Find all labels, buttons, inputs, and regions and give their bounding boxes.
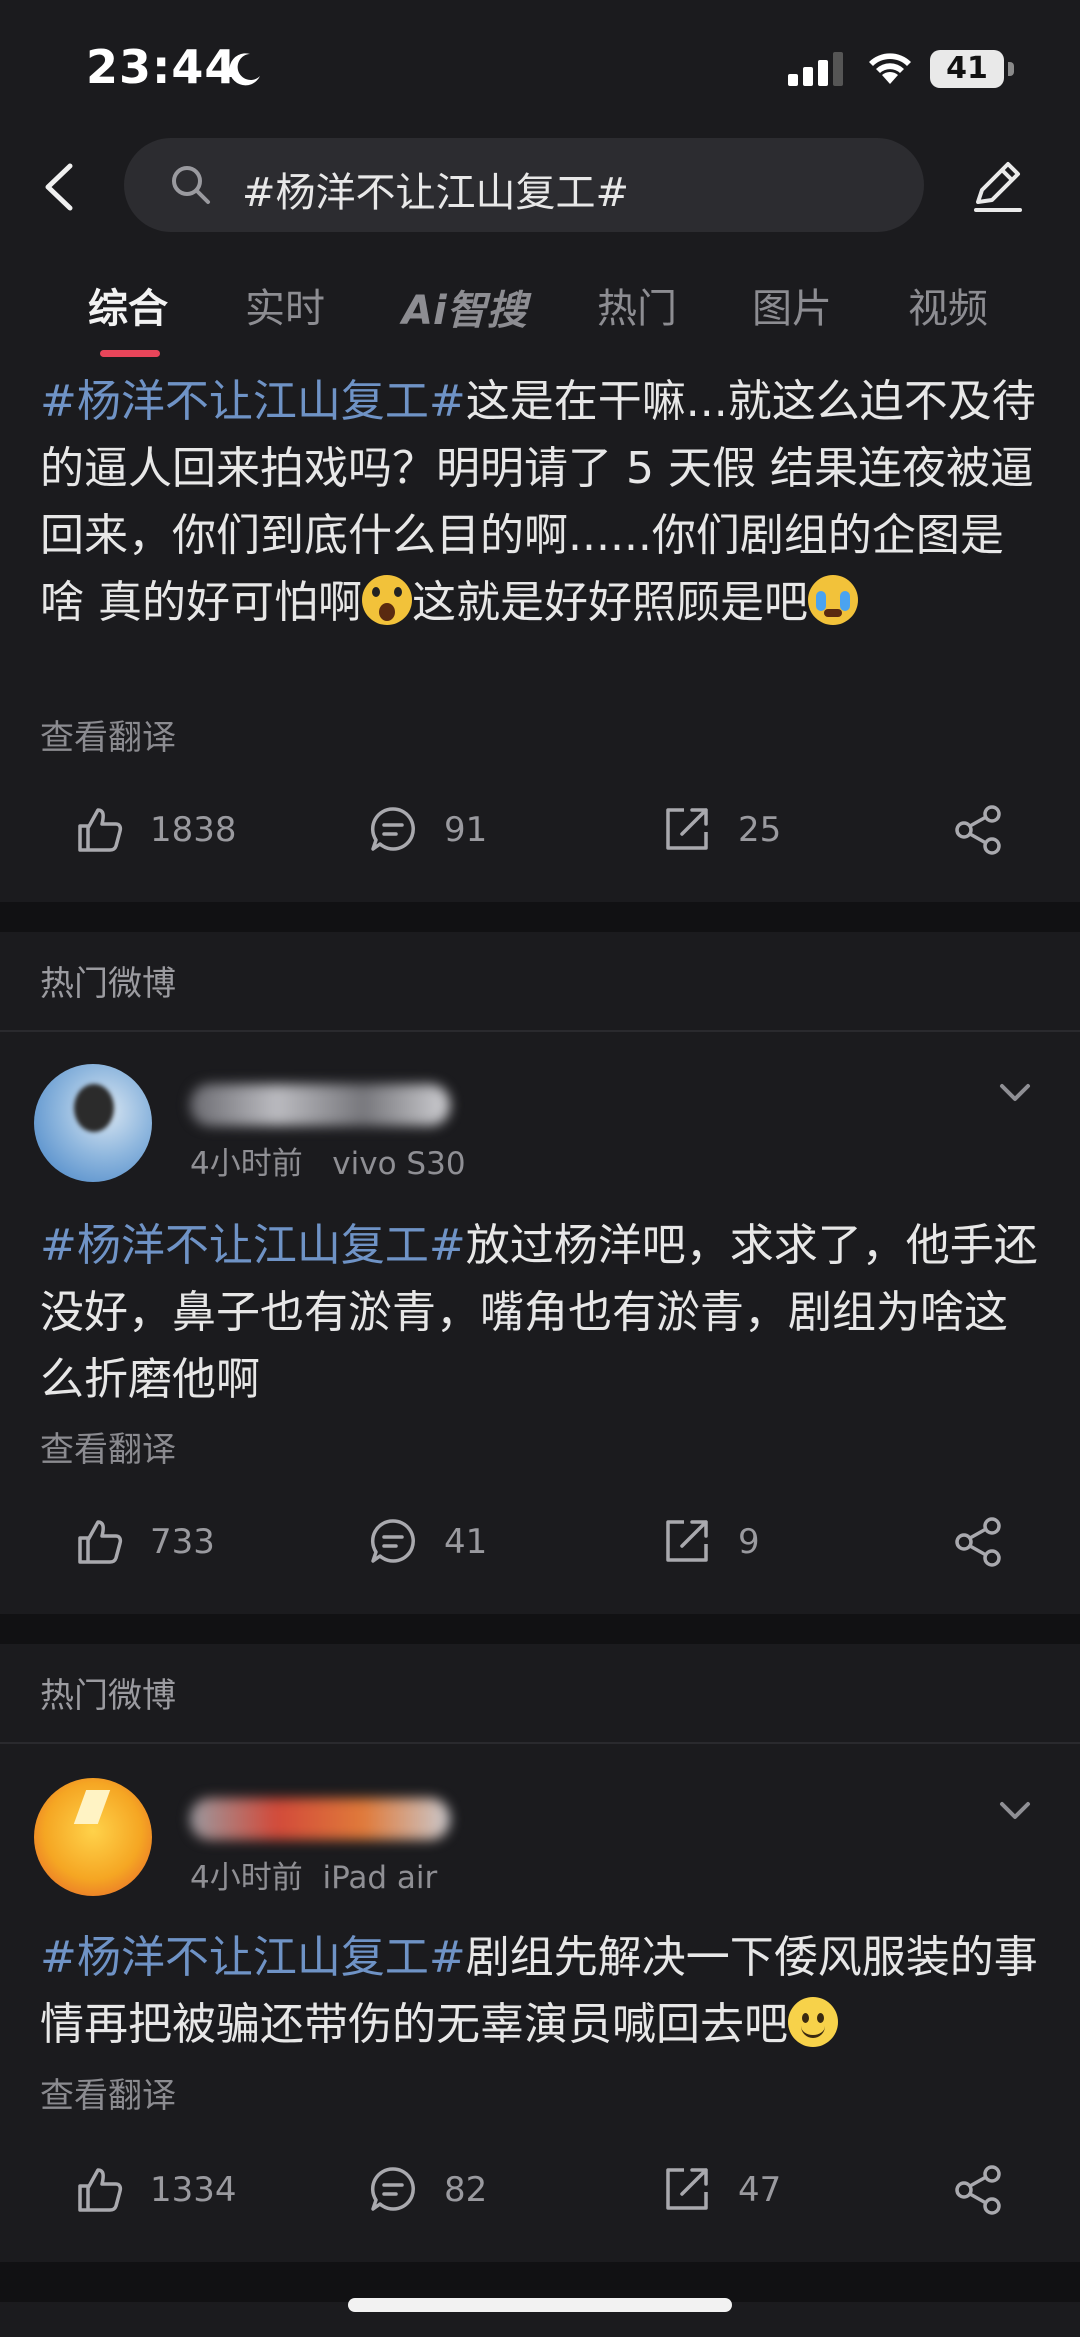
hot-weibo-label: 热门微博 <box>40 1676 176 1716</box>
section-divider <box>0 2262 1080 2302</box>
post-1-like-count: 1838 <box>150 810 237 850</box>
search-input[interactable]: #杨洋不让江山复工# <box>124 138 924 232</box>
search-query: #杨洋不让江山复工# <box>242 170 630 216</box>
post-1-hashtag[interactable]: #杨洋不让江山复工# <box>40 376 466 427</box>
post-3-comment-count: 82 <box>444 2170 488 2210</box>
post-3-time: 4小时前 <box>190 1860 303 1896</box>
status-time: 23:44 <box>86 40 238 94</box>
post-3-hashtag[interactable]: #杨洋不让江山复工# <box>40 1932 466 1983</box>
post-2-translate-link[interactable]: 查看翻译 <box>40 1422 176 1471</box>
tab-images[interactable]: 图片 <box>752 276 832 334</box>
post-2-hashtag[interactable]: #杨洋不让江山复工# <box>40 1220 466 1271</box>
separator-line <box>0 1742 1080 1744</box>
share-icon[interactable] <box>952 1516 1004 1568</box>
like-icon[interactable] <box>74 1516 124 1566</box>
battery-indicator: 41 <box>930 50 1004 88</box>
avatar[interactable] <box>34 1064 152 1182</box>
share-icon[interactable] <box>952 2164 1004 2216</box>
post-3-device: iPad air <box>322 1860 438 1896</box>
tab-bar: 综合 实时 Ai智搜 热门 图片 视频 <box>0 268 1080 358</box>
like-icon[interactable] <box>74 804 124 854</box>
back-arrow-icon[interactable] <box>40 162 80 212</box>
post-3-meta: 4小时前 iPad air <box>190 1852 437 1897</box>
search-bar-row: #杨洋不让江山复工# <box>0 138 1080 248</box>
smile-emoji-icon <box>788 1997 838 2047</box>
post-2-actions: 733 41 9 <box>0 1512 1080 1572</box>
signal-icon <box>788 52 843 86</box>
active-tab-indicator <box>100 350 160 357</box>
like-icon[interactable] <box>74 2164 124 2214</box>
user-name-blurred[interactable] <box>190 1798 450 1840</box>
hot-weibo-label: 热门微博 <box>40 964 176 1004</box>
post-2-comment-count: 41 <box>444 1522 488 1562</box>
post-2-device: vivo S30 <box>332 1146 466 1182</box>
post-1-comment-count: 91 <box>444 810 488 850</box>
wifi-icon <box>869 53 911 84</box>
post-2-like-count: 733 <box>150 1522 215 1562</box>
battery-nub <box>1008 62 1014 76</box>
tab-realtime[interactable]: 实时 <box>245 276 325 334</box>
chevron-down-icon[interactable] <box>998 1800 1032 1822</box>
tab-hot[interactable]: 热门 <box>597 276 677 334</box>
repost-icon[interactable] <box>662 804 712 854</box>
post-3-like-count: 1334 <box>150 2170 237 2210</box>
post-2-body: #杨洋不让江山复工#放过杨洋吧，求求了，他手还没好，鼻子也有淤青，嘴角也有淤青，… <box>40 1212 1040 1413</box>
post-3-actions: 1334 82 47 <box>0 2160 1080 2220</box>
repost-icon[interactable] <box>662 1516 712 1566</box>
post-2-repost-count: 9 <box>738 1522 760 1562</box>
post-1-repost-count: 25 <box>738 810 782 850</box>
search-icon <box>172 166 210 204</box>
section-divider <box>0 1614 1080 1644</box>
status-bar: 23:44 41 <box>0 0 1080 140</box>
scream-emoji-icon <box>362 575 412 625</box>
post-1-translate-link[interactable]: 查看翻译 <box>40 710 176 759</box>
post-3-body: #杨洋不让江山复工#剧组先解决一下倭风服装的事情再把被骗还带伤的无辜演员喊回去吧 <box>40 1924 1040 2058</box>
repost-icon[interactable] <box>662 2164 712 2214</box>
chevron-down-icon[interactable] <box>998 1082 1032 1104</box>
post-1-body: #杨洋不让江山复工#这是在干嘛...就这么迫不及待的逼人回来拍戏吗？明明请了 5… <box>40 368 1040 636</box>
post-3-translate-link[interactable]: 查看翻译 <box>40 2068 176 2117</box>
tab-comprehensive[interactable]: 综合 <box>88 276 168 334</box>
comment-icon[interactable] <box>368 804 418 854</box>
crying-emoji-icon <box>808 575 858 625</box>
post-3-repost-count: 47 <box>738 2170 782 2210</box>
avatar[interactable] <box>34 1778 152 1896</box>
home-indicator[interactable] <box>348 2298 732 2312</box>
comment-icon[interactable] <box>368 2164 418 2214</box>
user-name-blurred[interactable] <box>190 1084 450 1126</box>
share-icon[interactable] <box>952 804 1004 856</box>
edit-pencil-icon[interactable] <box>968 156 1028 216</box>
post-2-time: 4小时前 <box>190 1146 303 1182</box>
separator-line <box>0 1030 1080 1032</box>
post-1-text-end: 这就是好好照顾是吧 <box>412 577 808 628</box>
tab-ai-search[interactable]: Ai智搜 <box>402 278 527 336</box>
moon-icon <box>229 53 260 86</box>
post-2-meta: 4小时前 vivo S30 <box>190 1138 466 1183</box>
tab-videos[interactable]: 视频 <box>908 276 988 334</box>
post-1-actions: 1838 91 25 <box>0 800 1080 860</box>
section-divider <box>0 902 1080 932</box>
comment-icon[interactable] <box>368 1516 418 1566</box>
